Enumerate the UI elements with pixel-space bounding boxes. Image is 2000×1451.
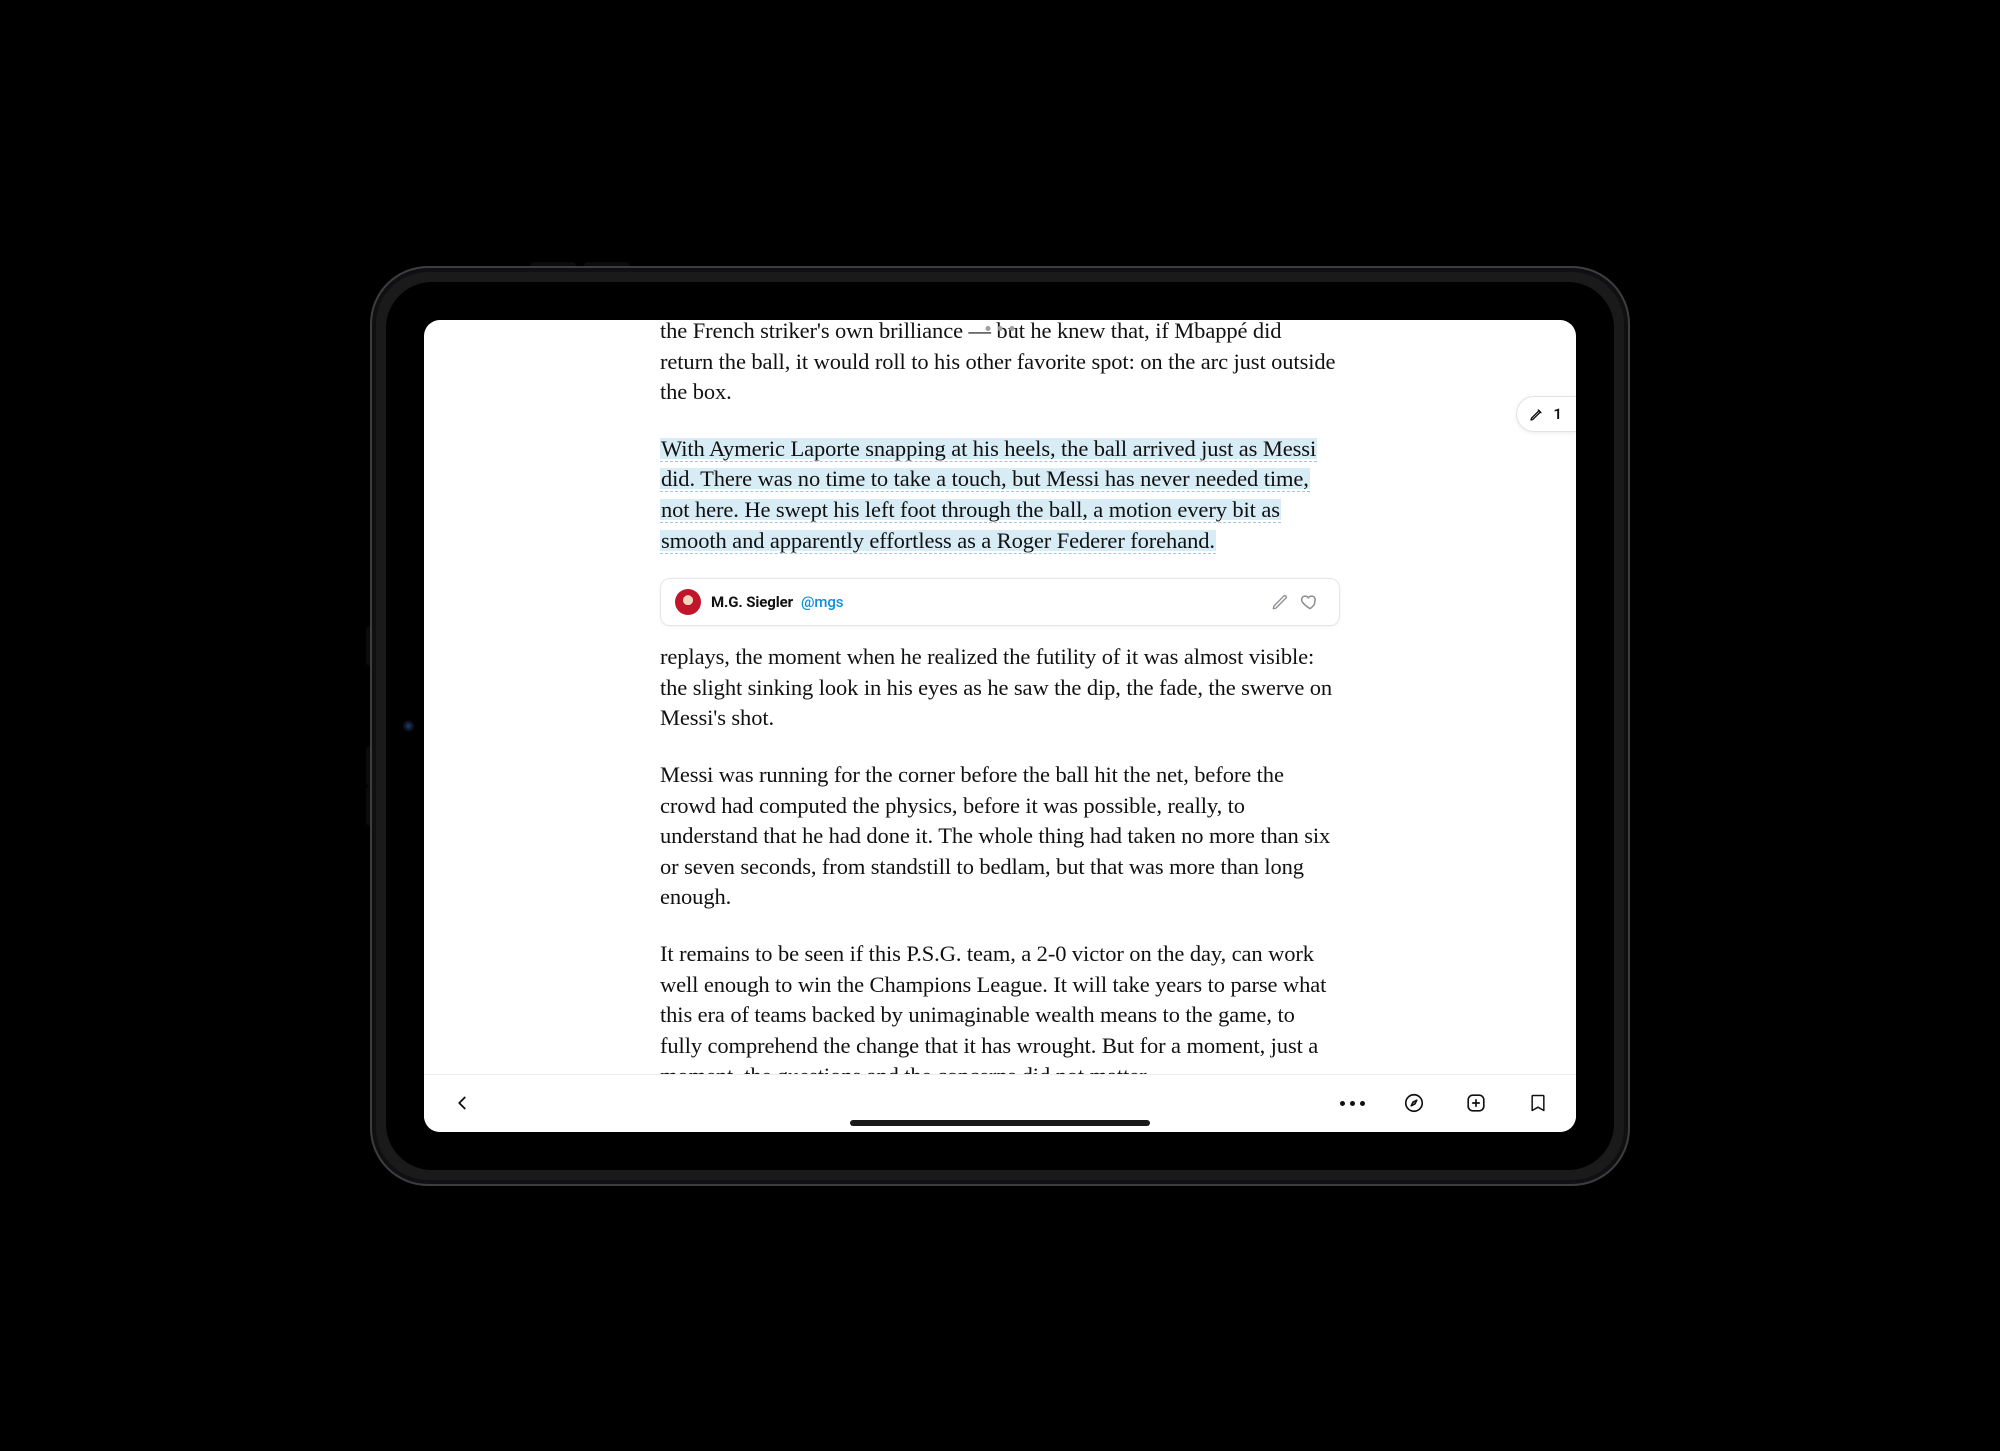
- paragraph: It remains to be seen if this P.S.G. tea…: [660, 939, 1340, 1074]
- back-button[interactable]: [448, 1089, 476, 1117]
- front-camera: [405, 722, 412, 729]
- plus-square-icon: [1465, 1092, 1487, 1114]
- paragraph: replays, the moment when he realized the…: [660, 642, 1340, 734]
- more-button[interactable]: [1338, 1089, 1366, 1117]
- app-screen: 1 back-heel that wrong-footed City's def…: [424, 320, 1576, 1132]
- chevron-left-icon: [451, 1092, 473, 1114]
- highlighter-icon: [1529, 406, 1545, 422]
- paragraph: back-heel that wrong-footed City's defen…: [660, 320, 1340, 408]
- annotation-author-handle: @mgs: [801, 592, 843, 612]
- ipad-frame: 1 back-heel that wrong-footed City's def…: [370, 266, 1630, 1186]
- paragraph: Messi was running for the corner before …: [660, 760, 1340, 913]
- compass-icon: [1403, 1092, 1425, 1114]
- more-icon: [1340, 1101, 1365, 1106]
- pen-icon: [1271, 593, 1289, 611]
- annotation-like-button[interactable]: [1295, 587, 1325, 617]
- bookmark-button[interactable]: [1524, 1089, 1552, 1117]
- explore-button[interactable]: [1400, 1089, 1428, 1117]
- heart-icon: [1300, 592, 1320, 612]
- annotation-card[interactable]: M.G. Siegler @mgs: [660, 578, 1340, 626]
- add-button[interactable]: [1462, 1089, 1490, 1117]
- annotation-edit-button[interactable]: [1265, 587, 1295, 617]
- article-viewport: back-heel that wrong-footed City's defen…: [424, 320, 1576, 1074]
- paragraph-highlighted[interactable]: With Aymeric Laporte snapping at his hee…: [660, 434, 1340, 556]
- avatar: [675, 589, 701, 615]
- annotation-author-name: M.G. Siegler: [711, 592, 793, 612]
- article-body: back-heel that wrong-footed City's defen…: [660, 320, 1340, 1074]
- highlight-count: 1: [1553, 405, 1562, 423]
- multitasking-dots-icon[interactable]: [986, 326, 1015, 331]
- highlight-count-pill[interactable]: 1: [1516, 396, 1576, 432]
- home-indicator[interactable]: [850, 1120, 1150, 1126]
- bookmark-icon: [1528, 1092, 1548, 1114]
- ipad-bezel: 1 back-heel that wrong-footed City's def…: [386, 282, 1614, 1170]
